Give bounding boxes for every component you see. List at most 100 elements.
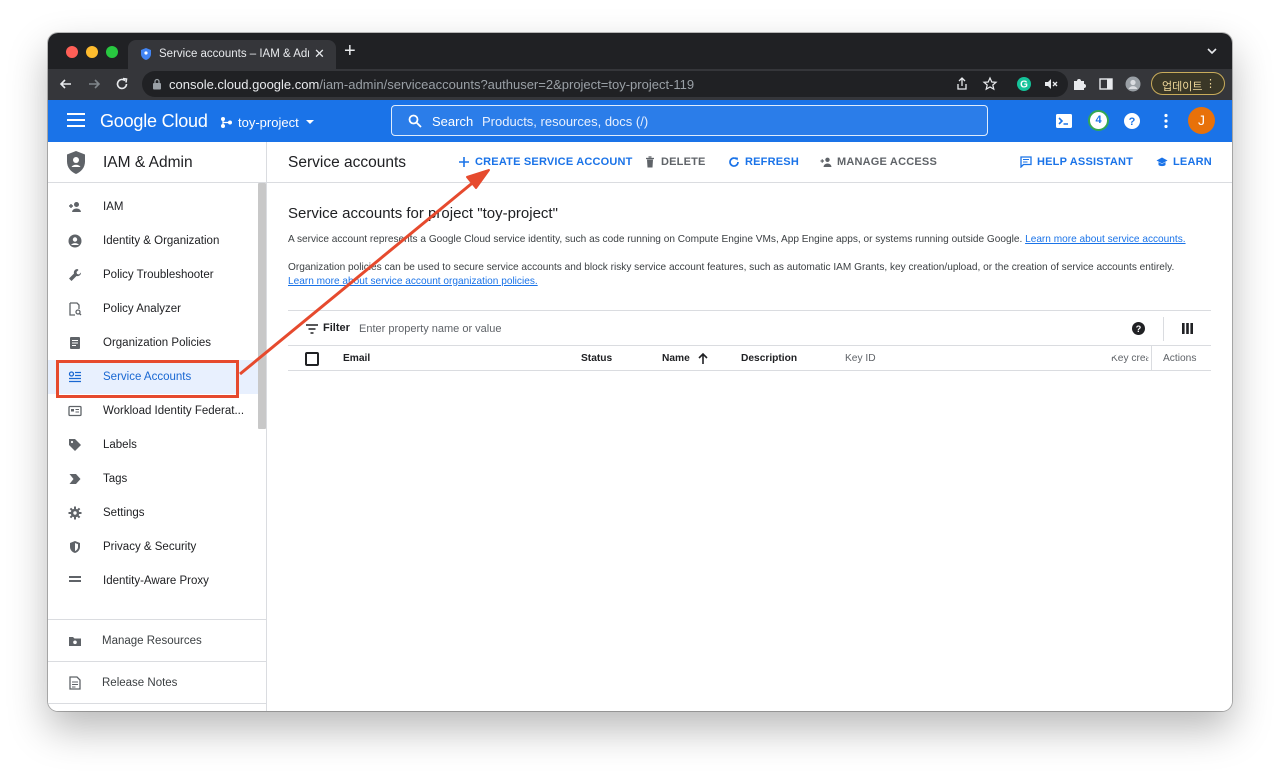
sidebar-item-settings[interactable]: Settings [48,496,258,530]
sidebar-item-policy-troubleshooter[interactable]: Policy Troubleshooter [48,258,258,292]
filter-divider [1163,317,1164,341]
grammarly-icon[interactable]: G [1016,76,1032,92]
column-display-icon[interactable] [1182,323,1193,334]
search-label: Search [432,114,474,129]
mute-speaker-icon[interactable] [1043,76,1059,92]
sidebar-title: IAM & Admin [103,154,193,171]
project-selector[interactable]: toy-project [220,113,316,131]
help-icon[interactable]: ? [1123,112,1141,130]
page-title: Service accounts [288,154,407,171]
sidebar-item-policy-analyzer[interactable]: Policy Analyzer [48,292,258,326]
sidebar-item-organization-policies[interactable]: Organization Policies [48,326,258,360]
tab-search-chevron-icon[interactable] [1204,43,1220,59]
main-content: Service accounts CREATE SERVICE ACCOUNT … [267,142,1232,711]
sidebar-item-workload-identity-federation[interactable]: Workload Identity Federat... [48,394,258,428]
chat-assistant-icon [1020,156,1032,168]
create-service-account-button[interactable]: CREATE SERVICE ACCOUNT [458,156,633,168]
sidebar-item-tags[interactable]: Tags [48,462,258,496]
search-placeholder: Products, resources, docs (/) [482,114,649,129]
filter-label: Filter [323,322,350,334]
manage-resources-link[interactable]: Manage Resources [48,619,266,661]
reload-icon[interactable] [114,76,130,92]
sidebar-item-identity-organization[interactable]: Identity & Organization [48,224,258,258]
share-icon[interactable] [954,76,970,92]
browser-toolbar: console.cloud.google.com/iam-admin/servi… [48,69,1232,100]
user-avatar[interactable]: J [1188,107,1215,134]
tab-bar: Service accounts – IAM & Admin ✕ + [48,33,1232,69]
column-key-creation[interactable]: Key crea [1111,353,1149,365]
learn-button[interactable]: LEARN [1156,156,1212,168]
minimize-window-button[interactable] [86,46,98,58]
search-bar[interactable]: Search Products, resources, docs (/) [391,105,988,136]
address-bar[interactable]: console.cloud.google.com/iam-admin/servi… [142,71,1068,97]
column-key-id[interactable]: Key ID [845,353,876,365]
action-bar: Service accounts CREATE SERVICE ACCOUNT … [267,142,1232,183]
more-options-icon[interactable] [1157,112,1175,130]
label-icon [69,439,81,451]
filter-list-icon [306,324,318,334]
column-divider [1151,346,1152,371]
collapse-nav-area [48,703,266,711]
gcp-header: Google Cloud toy-project Search Products… [48,100,1232,142]
sidebar-header: IAM & Admin [48,142,266,183]
hamburger-menu-icon[interactable] [67,113,85,127]
refresh-icon [729,157,739,167]
notifications-badge[interactable]: 4 [1088,110,1109,131]
tab-close-icon[interactable]: ✕ [314,46,325,62]
table-header: Email Status Name Description Key ID Key… [288,346,1211,371]
filter-input[interactable] [359,321,759,337]
org-policies-paragraph: Organization policies can be used to sec… [288,262,1175,287]
manage-access-button[interactable]: MANAGE ACCESS [820,156,937,168]
wrench-icon [69,268,82,281]
manage-resources-icon [69,637,81,646]
bookmark-star-icon[interactable] [982,76,998,92]
sidebar-item-identity-aware-proxy[interactable]: Identity-Aware Proxy [48,564,258,587]
cloud-shell-terminal-icon[interactable] [1055,112,1073,130]
iam-shield-icon [67,151,85,174]
sidebar-item-privacy-security[interactable]: Privacy & Security [48,530,258,564]
google-cloud-logo[interactable]: Google Cloud [100,111,208,132]
project-hierarchy-icon [221,116,232,128]
sidebar-scrollbar[interactable] [258,183,266,429]
column-status[interactable]: Status [581,353,612,364]
delete-button[interactable]: DELETE [644,156,706,168]
release-notes-icon [69,676,81,690]
forward-arrow-icon[interactable] [86,76,102,92]
tag-chevron-icon [69,474,81,484]
side-panel-icon[interactable] [1098,76,1114,92]
learn-more-org-policies-link[interactable]: Learn more about service account organiz… [288,276,538,287]
learn-more-service-accounts-link[interactable]: Learn more about service accounts. [1025,234,1185,245]
help-assistant-button[interactable]: HELP ASSISTANT [1020,156,1133,168]
search-icon [408,114,422,128]
filter-bar: Filter ? [288,310,1211,346]
column-description[interactable]: Description [741,353,797,364]
project-name: toy-project [238,114,299,130]
graduation-cap-icon [1156,157,1168,167]
release-notes-link[interactable]: Release Notes [48,661,266,703]
browser-tab[interactable]: Service accounts – IAM & Admin ✕ [128,40,336,69]
close-window-button[interactable] [66,46,78,58]
column-email[interactable]: Email [343,353,370,364]
refresh-button[interactable]: REFRESH [728,156,799,168]
id-card-icon [68,405,82,417]
shield-icon [70,541,80,553]
sidebar-item-labels[interactable]: Labels [48,428,258,462]
sidebar: IAM & Admin IAM Identity & Organization [48,142,267,711]
person-add-icon [69,202,81,212]
window-controls [66,46,118,58]
column-name[interactable]: Name [662,353,690,364]
proxy-icon [69,576,81,582]
policy-document-icon [70,337,80,349]
svg-text:?: ? [1129,116,1136,128]
extensions-puzzle-icon[interactable] [1071,76,1087,92]
sidebar-item-iam[interactable]: IAM [48,190,258,224]
help-circle-icon[interactable]: ? [1132,322,1145,335]
maximize-window-button[interactable] [106,46,118,58]
update-button[interactable]: 업데이트 ⋮ [1151,72,1225,95]
select-all-checkbox[interactable] [305,352,319,366]
back-arrow-icon[interactable] [58,76,74,92]
trash-icon [646,156,654,168]
new-tab-button[interactable]: + [344,41,356,61]
profile-picture-icon[interactable] [1125,76,1141,92]
sort-ascending-arrow-icon[interactable] [697,352,709,365]
